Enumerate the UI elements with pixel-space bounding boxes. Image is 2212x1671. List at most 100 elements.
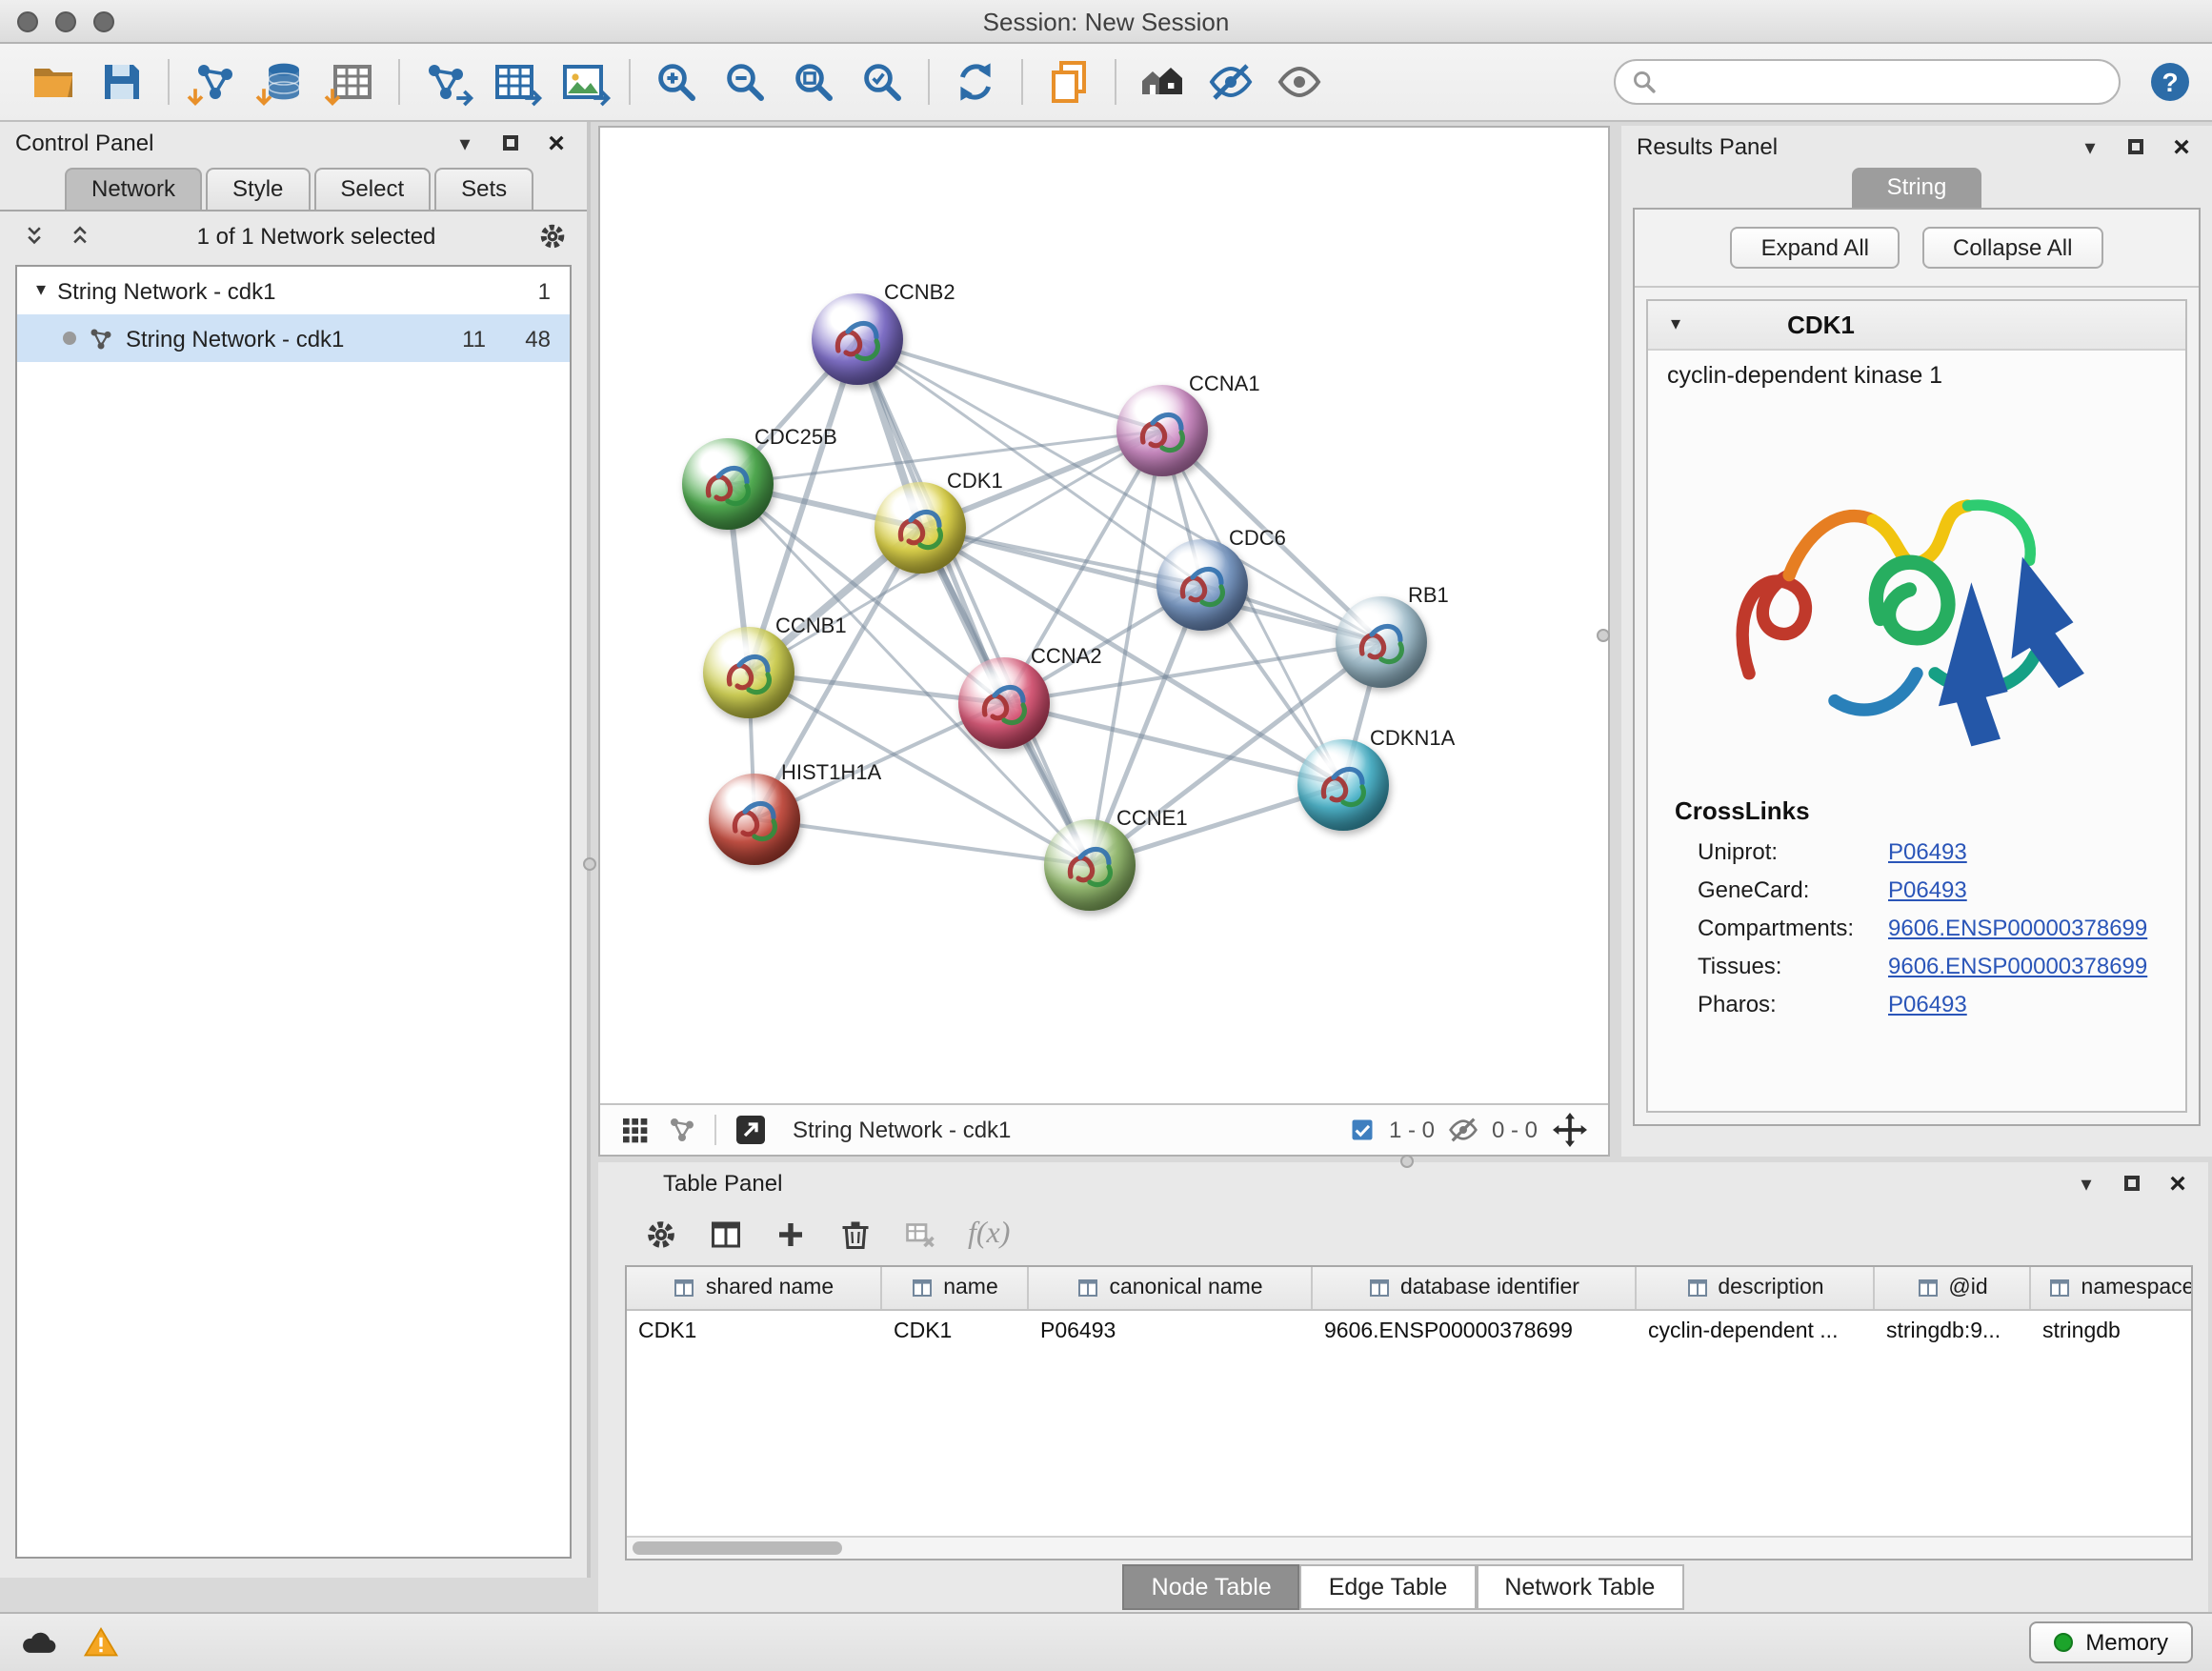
horizontal-scrollbar[interactable]: [627, 1536, 2191, 1559]
network-canvas[interactable]: CCNB2CCNA1CDC25BCDK1CDC6RB1CCNB1CCNA2CDK…: [600, 128, 1608, 1103]
tab-string[interactable]: String: [1853, 168, 1981, 208]
table-cell[interactable]: cyclin-dependent ...: [1637, 1311, 1875, 1351]
table-cell[interactable]: CDK1: [882, 1311, 1029, 1351]
table-cell[interactable]: P06493: [1029, 1311, 1313, 1351]
column-header-description[interactable]: description: [1637, 1267, 1875, 1309]
column-header-namespace[interactable]: namespace: [2031, 1267, 2191, 1309]
network-collection-row[interactable]: ▾ String Network - cdk1 1: [17, 267, 570, 314]
import-network-file-button[interactable]: [181, 51, 250, 112]
results-panel-float-button[interactable]: [2121, 131, 2151, 162]
table-row[interactable]: CDK1CDK1P064939606.ENSP00000378699cyclin…: [627, 1311, 2191, 1351]
disclosure-triangle-icon[interactable]: ▾: [36, 280, 46, 301]
tab-network-table[interactable]: Network Table: [1476, 1563, 1683, 1609]
search-input[interactable]: [1667, 67, 2103, 97]
results-panel-menu-button[interactable]: ▾: [2075, 131, 2105, 162]
refresh-button[interactable]: [941, 51, 1010, 112]
network-view-button[interactable]: [667, 1115, 697, 1145]
pan-mode-button[interactable]: [1551, 1111, 1589, 1149]
zoom-fit-button[interactable]: [779, 51, 848, 112]
tab-network[interactable]: Network: [65, 168, 202, 210]
tab-node-table[interactable]: Node Table: [1123, 1563, 1300, 1609]
zoom-selected-button[interactable]: [848, 51, 916, 112]
tab-edge-table[interactable]: Edge Table: [1300, 1563, 1477, 1609]
table-cell[interactable]: CDK1: [627, 1311, 882, 1351]
new-table-button[interactable]: [480, 51, 549, 112]
warnings-button[interactable]: [84, 1625, 118, 1660]
network-node-CCNA2[interactable]: [958, 657, 1050, 749]
control-panel-float-button[interactable]: [495, 128, 526, 158]
network-options-button[interactable]: [537, 221, 568, 252]
tab-select[interactable]: Select: [313, 168, 431, 210]
column-header-canonical-name[interactable]: canonical name: [1029, 1267, 1313, 1309]
new-column-button[interactable]: [774, 1218, 808, 1252]
import-table-button[interactable]: [318, 51, 387, 112]
save-session-button[interactable]: [88, 51, 156, 112]
crosslink-value-link[interactable]: P06493: [1888, 991, 1967, 1017]
control-panel-menu-button[interactable]: ▾: [450, 128, 480, 158]
table-options-button[interactable]: [644, 1218, 678, 1252]
network-node-CCNA1[interactable]: [1116, 385, 1208, 476]
column-header--id[interactable]: @id: [1875, 1267, 2031, 1309]
crosslink-value-link[interactable]: P06493: [1888, 838, 1967, 865]
import-network-db-button[interactable]: [250, 51, 318, 112]
table-panel-float-button[interactable]: [2117, 1168, 2147, 1198]
table-cell[interactable]: 9606.ENSP00000378699: [1313, 1311, 1637, 1351]
delete-columns-button[interactable]: [838, 1218, 873, 1252]
close-window-button[interactable]: [17, 10, 38, 31]
splitter-handle[interactable]: [1400, 1155, 1414, 1168]
splitter-handle[interactable]: [583, 857, 596, 871]
open-session-button[interactable]: [19, 51, 88, 112]
table-cell[interactable]: stringdb: [2031, 1311, 2191, 1351]
grid-view-button[interactable]: [619, 1115, 650, 1145]
help-button[interactable]: [2147, 59, 2193, 105]
tab-style[interactable]: Style: [206, 168, 310, 210]
network-edge[interactable]: [920, 528, 1381, 642]
network-node-CDC6[interactable]: [1156, 539, 1248, 631]
results-panel-close-button[interactable]: ×: [2166, 131, 2197, 162]
zoom-out-button[interactable]: [711, 51, 779, 112]
crosslink-value-link[interactable]: 9606.ENSP00000378699: [1888, 953, 2147, 979]
cloud-status-button[interactable]: [19, 1623, 57, 1661]
network-node-CDC25B[interactable]: [682, 438, 774, 530]
column-header-database-identifier[interactable]: database identifier: [1313, 1267, 1637, 1309]
crosslink-value-link[interactable]: P06493: [1888, 876, 1967, 903]
network-row[interactable]: String Network - cdk1 11 48: [17, 314, 570, 362]
network-node-CDK1[interactable]: [875, 482, 966, 574]
disclosure-triangle-icon[interactable]: ▾: [1671, 314, 1680, 335]
detach-view-button[interactable]: [734, 1113, 768, 1147]
function-builder-label[interactable]: f(x): [968, 1218, 1010, 1252]
column-header-name[interactable]: name: [882, 1267, 1029, 1309]
zoom-window-button[interactable]: [93, 10, 114, 31]
network-node-HIST1H1A[interactable]: [709, 774, 800, 865]
minimize-window-button[interactable]: [55, 10, 76, 31]
memory-button[interactable]: Memory: [2028, 1621, 2193, 1663]
homes-button[interactable]: [1128, 51, 1196, 112]
table-panel-close-button[interactable]: ×: [2162, 1168, 2193, 1198]
zoom-in-button[interactable]: [642, 51, 711, 112]
scrollbar-thumb[interactable]: [633, 1541, 842, 1555]
network-node-RB1[interactable]: [1336, 596, 1427, 688]
network-edge[interactable]: [857, 339, 1090, 865]
table-cell[interactable]: stringdb:9...: [1875, 1311, 2031, 1351]
tab-sets[interactable]: Sets: [434, 168, 533, 210]
column-header-shared-name[interactable]: shared name: [627, 1267, 882, 1309]
expand-all-button[interactable]: [65, 221, 95, 252]
show-columns-button[interactable]: [709, 1218, 743, 1252]
new-network-button[interactable]: [412, 51, 480, 112]
splitter-handle[interactable]: [1597, 629, 1610, 642]
network-node-CCNE1[interactable]: [1044, 819, 1136, 911]
collapse-all-button[interactable]: [19, 221, 50, 252]
collapse-all-button[interactable]: Collapse All: [1922, 227, 2102, 269]
network-node-CCNB1[interactable]: [703, 627, 794, 718]
table-panel-menu-button[interactable]: ▾: [2071, 1168, 2101, 1198]
network-edge[interactable]: [754, 819, 1090, 865]
export-image-button[interactable]: [549, 51, 617, 112]
expand-all-button[interactable]: Expand All: [1731, 227, 1900, 269]
network-node-CDKN1A[interactable]: [1297, 739, 1389, 831]
eye-button[interactable]: [1265, 51, 1334, 112]
delete-table-button[interactable]: [903, 1218, 937, 1252]
copy-document-button[interactable]: [1035, 51, 1103, 112]
network-node-CCNB2[interactable]: [812, 293, 903, 385]
crosslink-value-link[interactable]: 9606.ENSP00000378699: [1888, 915, 2147, 941]
eye-slash-button[interactable]: [1196, 51, 1265, 112]
